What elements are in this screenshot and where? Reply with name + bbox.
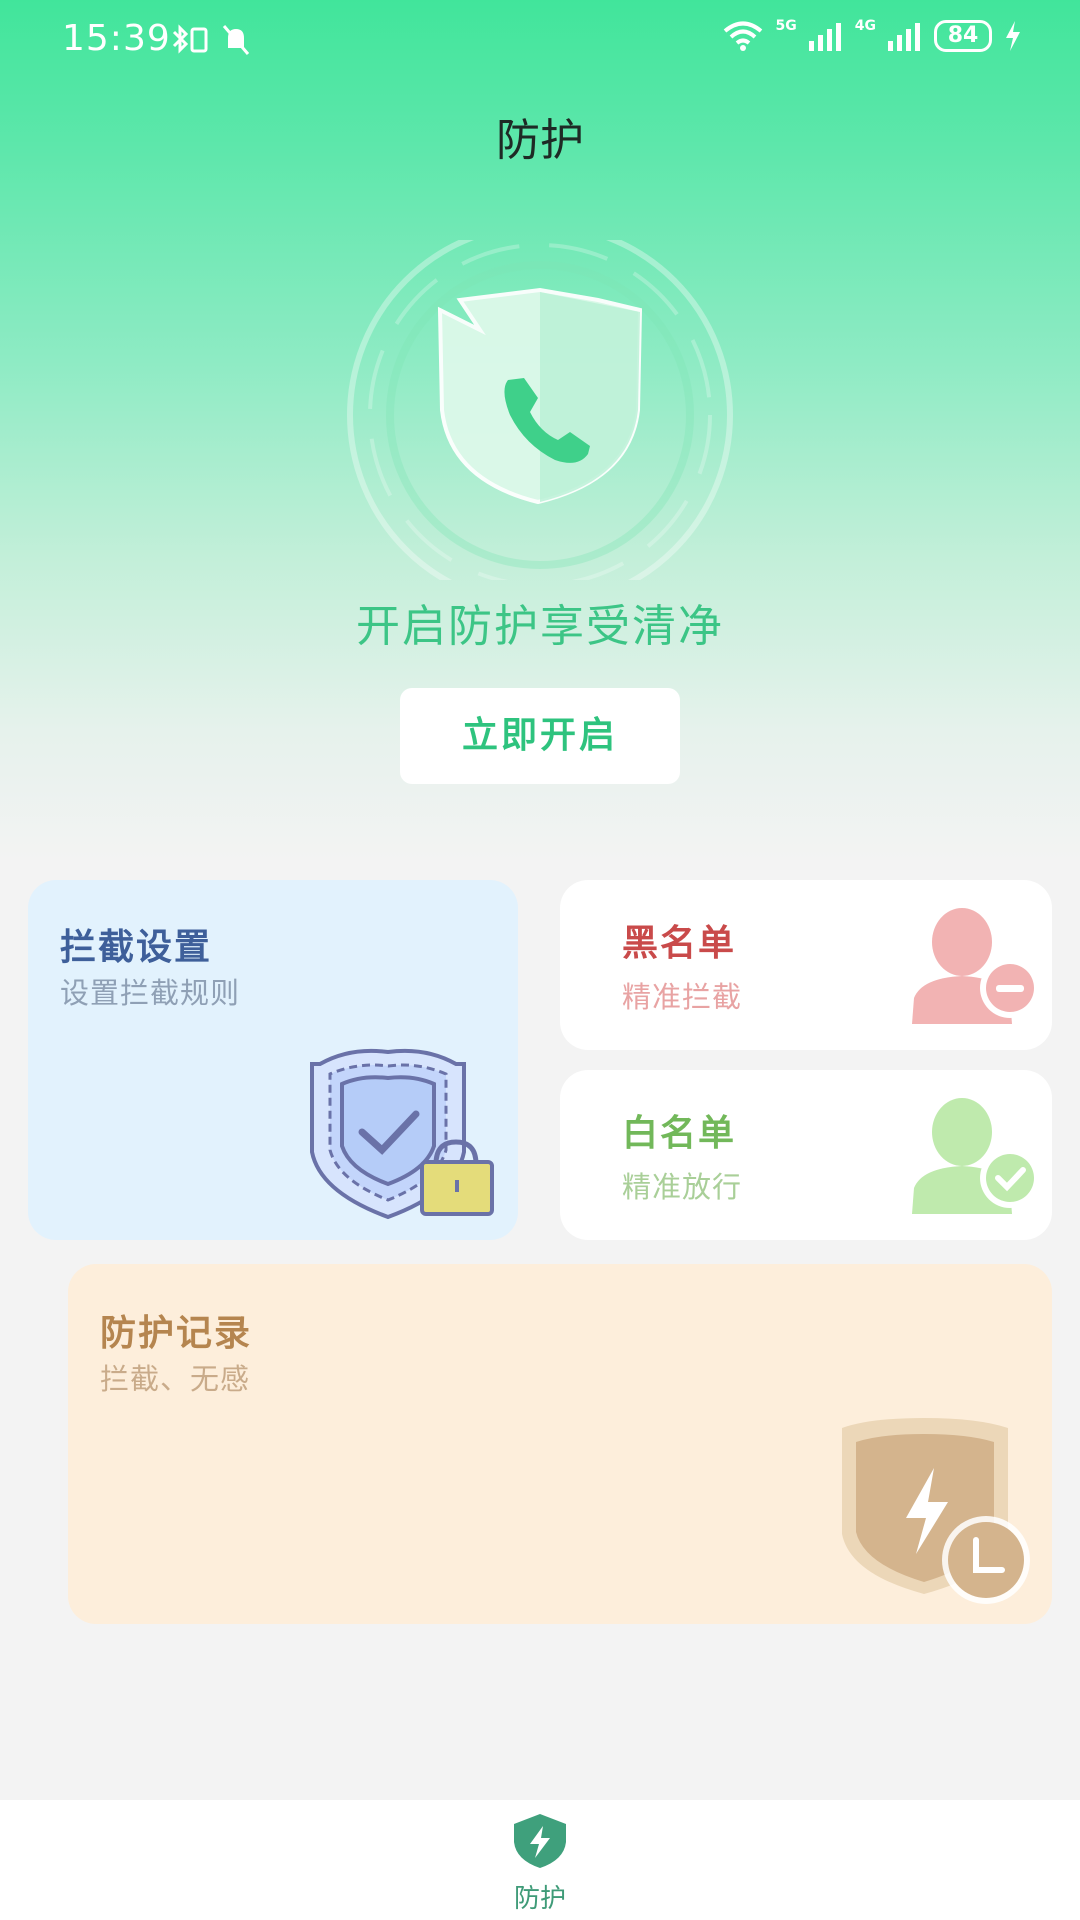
page-title: 防护 [496,115,584,166]
bluetooth-vibrate-icon [172,24,208,54]
card-subtitle: 拦截、无感 [100,1362,251,1396]
status-time: 15:39 [62,18,171,59]
charging-icon [1006,21,1020,51]
network-4g-label: 4G [854,18,876,34]
card-subtitle: 精准放行 [622,1170,743,1204]
intercept-settings-card[interactable]: 拦截设置 设置拦截规则 [28,880,518,1240]
phone-shield-icon [347,240,733,580]
bottom-navigation: 防护 [0,1800,1080,1920]
signal-5g-icon [808,23,841,51]
enable-protection-button[interactable]: 立即开启 [400,688,680,784]
whitelist-card[interactable]: 白名单 精准放行 [560,1070,1052,1240]
card-title: 白名单 [622,1113,737,1154]
protection-records-card[interactable]: 防护记录 拦截、无感 [68,1264,1052,1624]
card-title: 拦截设置 [60,927,213,968]
card-title: 防护记录 [100,1313,253,1354]
nav-item-protection[interactable]: 防护 [490,1812,590,1915]
signal-4g-icon [888,23,920,51]
user-block-icon [912,908,1040,1024]
blacklist-card[interactable]: 黑名单 精准拦截 [560,880,1052,1050]
wifi-icon [723,21,762,51]
protection-slogan: 开启防护享受清净 [356,601,724,652]
status-bar: 15:39 5G 4G 84 [0,0,1080,80]
nav-label: 防护 [513,1884,566,1914]
user-allow-icon [912,1098,1040,1214]
card-title: 黑名单 [622,923,737,964]
card-subtitle: 设置拦截规则 [60,976,241,1010]
battery-indicator: 84 [934,20,992,52]
shield-bolt-icon [514,1814,566,1868]
shield-history-icon [842,1418,1030,1604]
card-subtitle: 精准拦截 [622,980,743,1014]
network-5g-label: 5G [775,18,797,34]
mute-bell-icon [222,25,250,55]
shield-lock-icon [310,1048,494,1220]
